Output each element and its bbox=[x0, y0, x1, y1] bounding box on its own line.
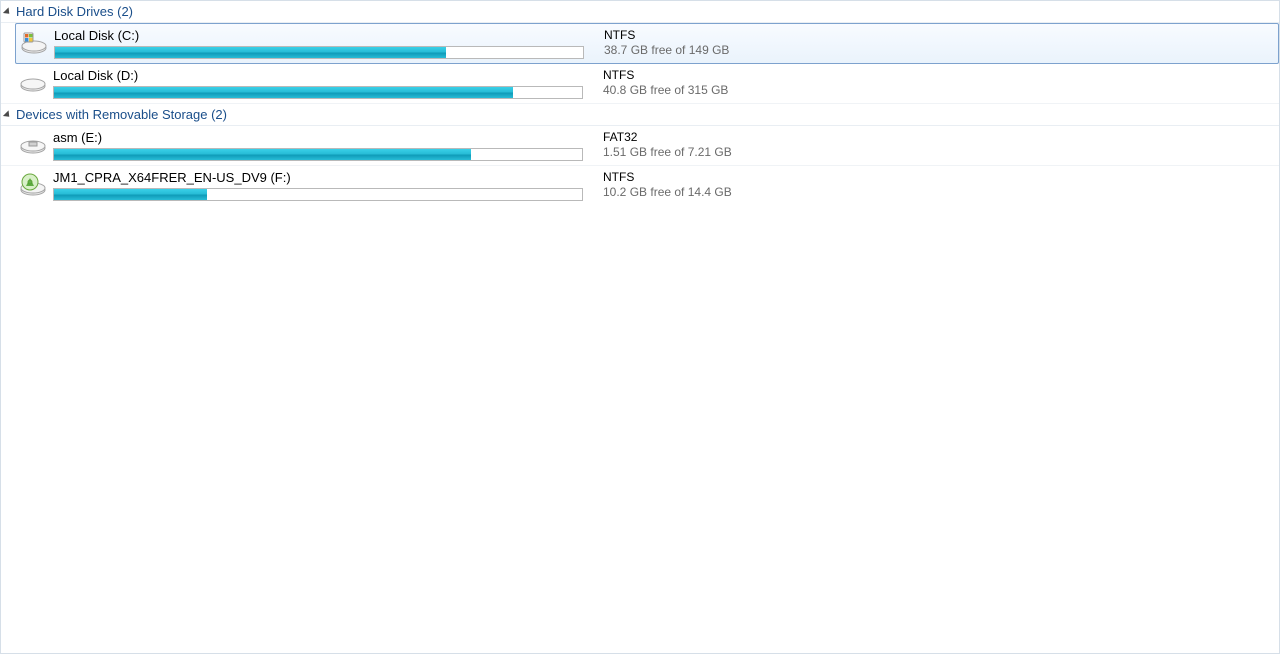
free-space-label: 10.2 GB free of 14.4 GB bbox=[603, 185, 732, 200]
drive-info: FAT32 1.51 GB free of 7.21 GB bbox=[603, 130, 732, 160]
space-bar bbox=[53, 188, 583, 201]
drive-main-col: Local Disk (C:) bbox=[54, 28, 594, 59]
drive-main-col: asm (E:) bbox=[53, 130, 593, 161]
drive-main-col: JM1_CPRA_X64FRER_EN-US_DV9 (F:) bbox=[53, 170, 593, 201]
space-bar bbox=[53, 148, 583, 161]
hard-drive-icon bbox=[19, 68, 47, 96]
drive-info: NTFS 40.8 GB free of 315 GB bbox=[603, 68, 728, 98]
drive-item-d[interactable]: Local Disk (D:) NTFS 40.8 GB free of 315… bbox=[1, 64, 1279, 104]
group-title: Devices with Removable Storage (2) bbox=[16, 107, 227, 122]
group-header-removable[interactable]: Devices with Removable Storage (2) bbox=[1, 104, 1279, 126]
computer-drives-view: Hard Disk Drives (2) Local Disk (C:) NTF… bbox=[0, 0, 1280, 654]
drive-name: asm (E:) bbox=[53, 130, 593, 145]
drive-info: NTFS 10.2 GB free of 14.4 GB bbox=[603, 170, 732, 200]
dvd-drive-icon bbox=[19, 170, 47, 198]
filesystem-label: NTFS bbox=[603, 68, 728, 83]
filesystem-label: FAT32 bbox=[603, 130, 732, 145]
space-bar-fill bbox=[54, 87, 513, 98]
space-bar bbox=[53, 86, 583, 99]
drive-main-col: Local Disk (D:) bbox=[53, 68, 593, 99]
group-header-hdd[interactable]: Hard Disk Drives (2) bbox=[1, 1, 1279, 23]
drive-item-e[interactable]: asm (E:) FAT32 1.51 GB free of 7.21 GB bbox=[1, 126, 1279, 166]
filesystem-label: NTFS bbox=[603, 170, 732, 185]
drive-name: Local Disk (C:) bbox=[54, 28, 594, 43]
space-bar-fill bbox=[54, 149, 471, 160]
drive-name: Local Disk (D:) bbox=[53, 68, 593, 83]
free-space-label: 38.7 GB free of 149 GB bbox=[604, 43, 729, 58]
collapse-triangle-icon bbox=[3, 110, 12, 119]
filesystem-label: NTFS bbox=[604, 28, 729, 43]
free-space-label: 1.51 GB free of 7.21 GB bbox=[603, 145, 732, 160]
group-title: Hard Disk Drives (2) bbox=[16, 4, 133, 19]
drive-name: JM1_CPRA_X64FRER_EN-US_DV9 (F:) bbox=[53, 170, 593, 185]
space-bar-fill bbox=[55, 47, 446, 58]
drive-item-c[interactable]: Local Disk (C:) NTFS 38.7 GB free of 149… bbox=[15, 23, 1279, 64]
removable-drive-icon bbox=[19, 130, 47, 158]
space-bar-fill bbox=[54, 189, 207, 200]
free-space-label: 40.8 GB free of 315 GB bbox=[603, 83, 728, 98]
drive-info: NTFS 38.7 GB free of 149 GB bbox=[604, 28, 729, 58]
collapse-triangle-icon bbox=[3, 7, 12, 16]
drive-item-f[interactable]: JM1_CPRA_X64FRER_EN-US_DV9 (F:) NTFS 10.… bbox=[1, 166, 1279, 205]
os-drive-icon bbox=[20, 28, 48, 56]
space-bar bbox=[54, 46, 584, 59]
